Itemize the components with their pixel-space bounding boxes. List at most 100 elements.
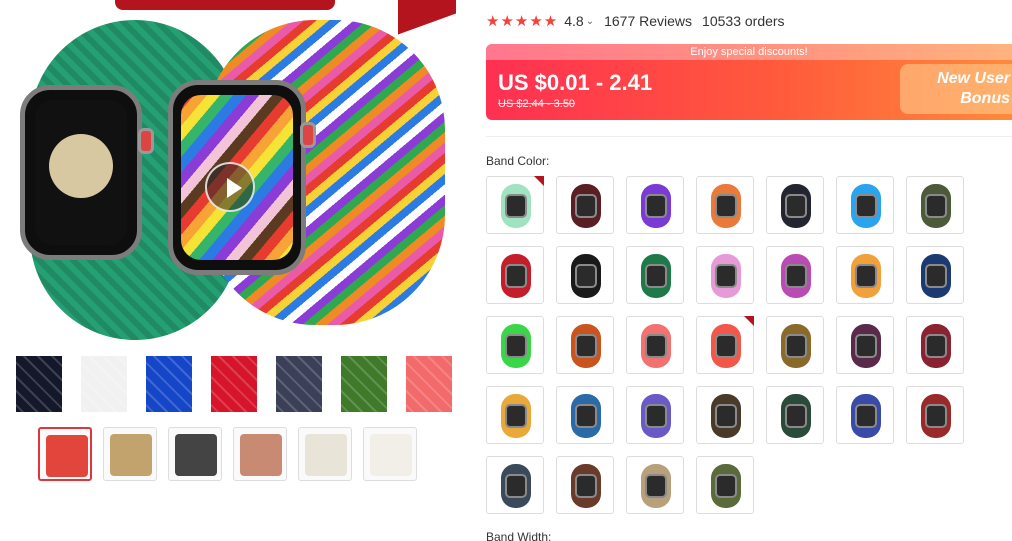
star-rating-icon: ★★★★★ bbox=[486, 13, 559, 30]
band-color-option[interactable] bbox=[836, 246, 894, 304]
band-color-option[interactable] bbox=[836, 176, 894, 234]
thumb-5[interactable] bbox=[298, 427, 352, 481]
thumbnail-image bbox=[175, 434, 217, 476]
band-width-label: Band Width: bbox=[486, 530, 552, 541]
watch-icon bbox=[785, 264, 807, 288]
watch-icon bbox=[505, 264, 527, 288]
watch-icon bbox=[925, 194, 947, 218]
main-product-image bbox=[0, 0, 456, 345]
band-color-option[interactable] bbox=[766, 176, 824, 234]
band-color-option[interactable] bbox=[486, 316, 544, 374]
watch-icon bbox=[645, 404, 667, 428]
band-color-option[interactable] bbox=[556, 386, 614, 444]
band-color-option[interactable] bbox=[486, 456, 544, 514]
thumbnail-image bbox=[370, 434, 412, 476]
band-swatch bbox=[341, 356, 387, 412]
band-color-option[interactable] bbox=[906, 176, 964, 234]
band-color-option[interactable] bbox=[766, 316, 824, 374]
band-swatch bbox=[146, 356, 192, 412]
thumb-4[interactable] bbox=[233, 427, 287, 481]
watch-icon bbox=[785, 334, 807, 358]
band-color-option[interactable] bbox=[906, 386, 964, 444]
watch-icon bbox=[575, 334, 597, 358]
watch-crown bbox=[138, 128, 154, 154]
band-swatch bbox=[16, 356, 62, 412]
watch-icon bbox=[575, 194, 597, 218]
banner-tag bbox=[398, 0, 456, 35]
band-color-option[interactable] bbox=[626, 386, 684, 444]
watch-icon bbox=[645, 194, 667, 218]
watch-face-left bbox=[35, 100, 127, 245]
band-color-option[interactable] bbox=[486, 176, 544, 234]
band-color-option[interactable] bbox=[556, 316, 614, 374]
watch-icon bbox=[855, 404, 877, 428]
thumbnail-image bbox=[305, 434, 347, 476]
band-swatch bbox=[81, 356, 127, 412]
watch-left bbox=[20, 85, 142, 260]
watch-icon bbox=[645, 474, 667, 498]
thumb-1[interactable] bbox=[38, 427, 92, 481]
orders-count: 10533 orders bbox=[702, 13, 785, 29]
band-color-option[interactable] bbox=[696, 246, 754, 304]
rating-value[interactable]: 4.8 bbox=[564, 13, 583, 29]
thumb-6[interactable] bbox=[363, 427, 417, 481]
watch-icon bbox=[925, 404, 947, 428]
band-color-option[interactable] bbox=[626, 176, 684, 234]
watch-dial bbox=[49, 134, 113, 198]
band-color-option[interactable] bbox=[696, 176, 754, 234]
rating-row: ★★★★★ 4.8 ⌄ 1677 Reviews 10533 orders bbox=[486, 12, 785, 30]
original-price: US $2.44 - 3.50 bbox=[498, 98, 576, 110]
corner-tag-icon bbox=[534, 176, 544, 186]
reviews-link[interactable]: 1677 Reviews bbox=[604, 13, 692, 29]
watch-icon bbox=[645, 334, 667, 358]
band-color-grid bbox=[486, 176, 966, 516]
band-color-option[interactable] bbox=[696, 386, 754, 444]
swatch-strip bbox=[16, 356, 456, 412]
watch-icon bbox=[855, 334, 877, 358]
band-color-option[interactable] bbox=[836, 386, 894, 444]
band-color-option[interactable] bbox=[556, 456, 614, 514]
band-color-option[interactable] bbox=[626, 456, 684, 514]
watch-icon bbox=[575, 474, 597, 498]
watch-icon bbox=[575, 264, 597, 288]
thumb-2[interactable] bbox=[103, 427, 157, 481]
new-user-bonus-text[interactable]: New User Bonus bbox=[937, 69, 1010, 109]
band-color-option[interactable] bbox=[556, 246, 614, 304]
band-color-option[interactable] bbox=[906, 246, 964, 304]
band-color-option[interactable] bbox=[556, 176, 614, 234]
watch-icon bbox=[715, 334, 737, 358]
play-icon[interactable] bbox=[205, 162, 255, 212]
watch-icon bbox=[925, 264, 947, 288]
band-swatch bbox=[211, 356, 257, 412]
band-color-option[interactable] bbox=[486, 386, 544, 444]
band-color-option[interactable] bbox=[626, 316, 684, 374]
watch-icon bbox=[505, 334, 527, 358]
watch-icon bbox=[715, 194, 737, 218]
band-swatch bbox=[276, 356, 322, 412]
chevron-down-icon[interactable]: ⌄ bbox=[586, 16, 594, 27]
band-color-option[interactable] bbox=[626, 246, 684, 304]
band-color-label: Band Color: bbox=[486, 154, 550, 168]
thumbnail-image bbox=[46, 435, 88, 477]
watch-icon bbox=[715, 264, 737, 288]
watch-icon bbox=[785, 404, 807, 428]
watch-icon bbox=[785, 194, 807, 218]
band-color-option[interactable] bbox=[696, 316, 754, 374]
band-color-option[interactable] bbox=[906, 316, 964, 374]
watch-icon bbox=[505, 404, 527, 428]
band-color-option[interactable] bbox=[766, 386, 824, 444]
current-price: US $0.01 - 2.41 bbox=[498, 70, 653, 95]
watch-icon bbox=[925, 334, 947, 358]
divider bbox=[486, 136, 1012, 137]
band-color-option[interactable] bbox=[766, 246, 824, 304]
thumb-3[interactable] bbox=[168, 427, 222, 481]
watch-icon bbox=[715, 404, 737, 428]
price-box: Enjoy special discounts! US $0.01 - 2.41… bbox=[486, 44, 1012, 120]
band-color-option[interactable] bbox=[696, 456, 754, 514]
watch-crown bbox=[300, 122, 316, 148]
band-color-option[interactable] bbox=[836, 316, 894, 374]
band-color-option[interactable] bbox=[486, 246, 544, 304]
watch-icon bbox=[855, 264, 877, 288]
product-banner bbox=[115, 0, 335, 10]
watch-icon bbox=[505, 474, 527, 498]
